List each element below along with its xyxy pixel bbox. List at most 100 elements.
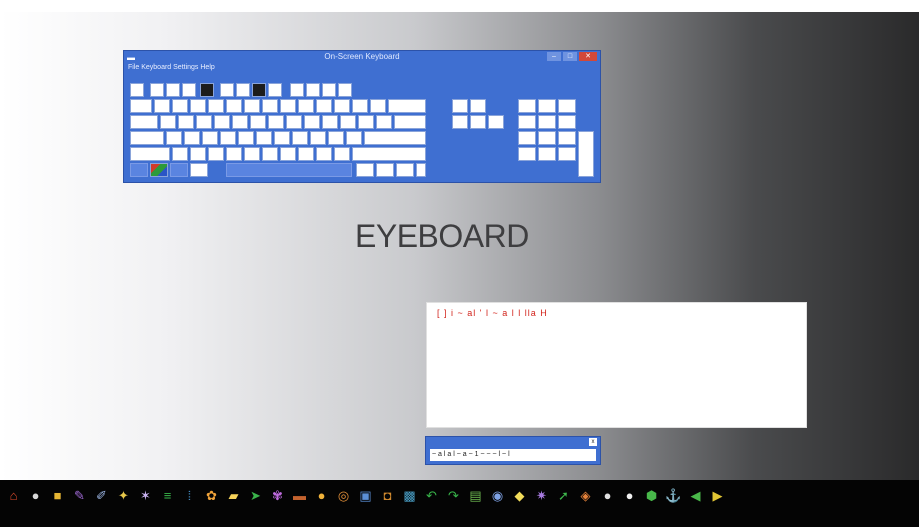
keyboard-key[interactable] xyxy=(252,83,266,97)
numpad-key[interactable] xyxy=(538,99,556,113)
numpad-enter-key[interactable] xyxy=(578,131,594,177)
keyboard-key[interactable] xyxy=(190,99,206,113)
keyboard-key[interactable] xyxy=(208,147,224,161)
arrow-icon[interactable]: ➤ xyxy=(246,486,265,505)
numpad-key[interactable] xyxy=(558,131,576,145)
keyboard-key[interactable] xyxy=(232,115,248,129)
keyboard-key[interactable] xyxy=(394,115,426,129)
bulb-icon[interactable]: ● xyxy=(598,486,617,505)
keyboard-key[interactable] xyxy=(268,83,282,97)
numpad-key[interactable] xyxy=(518,147,536,161)
redo-icon[interactable]: ↷ xyxy=(444,486,463,505)
keyboard-key[interactable] xyxy=(416,163,426,177)
keyboard-key[interactable] xyxy=(130,83,144,97)
keyboard-key[interactable] xyxy=(280,147,296,161)
keyboard-key[interactable] xyxy=(208,99,224,113)
keyboard-key[interactable] xyxy=(154,99,170,113)
keyboard-key[interactable] xyxy=(190,163,208,177)
keyboard-key[interactable] xyxy=(226,99,242,113)
keyboard-key[interactable] xyxy=(322,115,338,129)
keyboard-key[interactable] xyxy=(352,99,368,113)
keyboard-key[interactable] xyxy=(298,99,314,113)
shield-icon[interactable]: ⬢ xyxy=(642,486,661,505)
keyboard-key[interactable] xyxy=(178,115,194,129)
keyboard-key[interactable] xyxy=(184,131,200,145)
minimize-button[interactable]: – xyxy=(547,52,561,61)
keyboard-key[interactable] xyxy=(334,99,350,113)
suggestion-row[interactable]: ~ a l a l ~ a ~ 1 ~ ~ ~ l ~ l xyxy=(430,449,596,461)
fill-icon[interactable]: ◈ xyxy=(576,486,595,505)
home-icon[interactable]: ⌂ xyxy=(4,486,23,505)
keyboard-key[interactable] xyxy=(214,115,230,129)
close-button[interactable]: ✕ xyxy=(579,52,597,61)
numpad-key[interactable] xyxy=(518,99,536,113)
folder-icon[interactable]: ■ xyxy=(48,486,67,505)
nav-key[interactable] xyxy=(452,99,468,113)
disc-icon[interactable]: ● xyxy=(26,486,45,505)
keyboard-key[interactable] xyxy=(304,115,320,129)
back-icon[interactable]: ◀ xyxy=(686,486,705,505)
grid-icon[interactable]: ⦙ xyxy=(180,486,199,505)
numpad-key[interactable] xyxy=(538,131,556,145)
keyboard-key[interactable] xyxy=(166,131,182,145)
keyboard-key[interactable] xyxy=(316,99,332,113)
keyboard-key[interactable] xyxy=(172,99,188,113)
suggestion-window[interactable]: x ~ a l a l ~ a ~ 1 ~ ~ ~ l ~ l xyxy=(425,436,601,465)
rubber-icon[interactable]: ◆ xyxy=(510,486,529,505)
keyboard-key[interactable] xyxy=(190,147,206,161)
film-icon[interactable]: ◎ xyxy=(334,486,353,505)
keyboard-key[interactable] xyxy=(220,83,234,97)
keyboard-key[interactable] xyxy=(170,163,188,177)
keyboard-key[interactable] xyxy=(262,147,278,161)
star-tools-icon[interactable]: ✶ xyxy=(136,486,155,505)
numpad-key[interactable] xyxy=(518,115,536,129)
keyboard-key[interactable] xyxy=(202,131,218,145)
gallery-icon[interactable]: ▤ xyxy=(466,486,485,505)
keyboard-key[interactable] xyxy=(290,83,304,97)
keyboard-key[interactable] xyxy=(328,131,344,145)
keyboard-key[interactable] xyxy=(166,83,180,97)
keyboard-key[interactable] xyxy=(364,131,426,145)
text-output-box[interactable]: [ ] i ~ al ' l ~ a l l lla H xyxy=(426,302,807,428)
numpad-key[interactable] xyxy=(558,147,576,161)
keyboard-key[interactable] xyxy=(256,131,272,145)
keyboard-key[interactable] xyxy=(220,131,236,145)
forward-icon[interactable]: ▶ xyxy=(708,486,727,505)
anchor-icon[interactable]: ⚓ xyxy=(664,486,683,505)
keyboard-key[interactable] xyxy=(244,99,260,113)
nav-key[interactable] xyxy=(452,115,468,129)
sparkle-icon[interactable]: ✷ xyxy=(532,486,551,505)
keyboard-menubar[interactable]: File Keyboard Settings Help xyxy=(128,64,520,72)
keyboard-key[interactable] xyxy=(322,83,336,97)
keyboard-key[interactable] xyxy=(268,115,284,129)
on-screen-keyboard-window[interactable]: ▬ On-Screen Keyboard – □ ✕ File Keyboard… xyxy=(123,50,601,183)
keyboard-key[interactable] xyxy=(250,115,266,129)
list-icon[interactable]: ≡ xyxy=(158,486,177,505)
image-icon[interactable]: ▩ xyxy=(400,486,419,505)
keyboard-key[interactable] xyxy=(338,83,352,97)
keyboard-key[interactable] xyxy=(306,83,320,97)
keyboard-key[interactable] xyxy=(130,115,158,129)
keyboard-key[interactable] xyxy=(334,147,350,161)
keyboard-key[interactable] xyxy=(370,99,386,113)
balloon-icon[interactable]: ● xyxy=(620,486,639,505)
numpad-key[interactable] xyxy=(558,99,576,113)
keyboard-key[interactable] xyxy=(298,147,314,161)
nav-key[interactable] xyxy=(470,99,486,113)
keyboard-key[interactable] xyxy=(376,115,392,129)
maximize-button[interactable]: □ xyxy=(563,52,577,61)
pencil-icon[interactable]: ✎ xyxy=(70,486,89,505)
camera-icon[interactable]: ◘ xyxy=(378,486,397,505)
paint-icon[interactable]: ✿ xyxy=(202,486,221,505)
keyboard-key[interactable] xyxy=(286,115,302,129)
keyboard-key[interactable] xyxy=(196,115,212,129)
undo-icon[interactable]: ↶ xyxy=(422,486,441,505)
keyboard-key[interactable] xyxy=(262,99,278,113)
keyboard-key[interactable] xyxy=(236,83,250,97)
keyboard-key[interactable] xyxy=(130,163,148,177)
pin-icon[interactable]: ● xyxy=(312,486,331,505)
cursor-icon[interactable]: ➚ xyxy=(554,486,573,505)
keyboard-key[interactable] xyxy=(376,163,394,177)
book-icon[interactable]: ▬ xyxy=(290,486,309,505)
keyboard-key[interactable] xyxy=(346,131,362,145)
